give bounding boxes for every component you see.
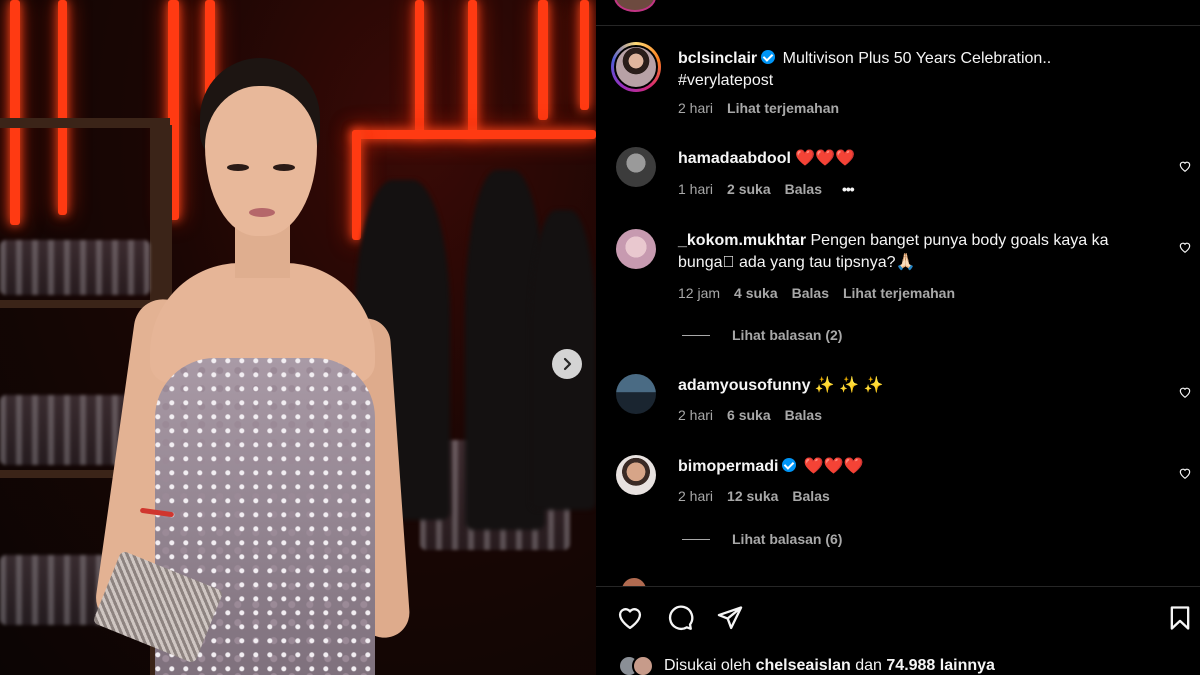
woman-figure: [92, 58, 412, 675]
likes-middle: dan: [855, 657, 882, 674]
comment: hamadaabdool ❤️❤️❤️: [678, 148, 1160, 170]
eye: [227, 164, 249, 171]
author-avatar[interactable]: [611, 42, 661, 92]
comment-text: ❤️❤️❤️: [803, 458, 864, 475]
caption-text: Multivison Plus 50 Years Celebration..: [782, 50, 1052, 67]
comment-username[interactable]: bimopermadi: [678, 458, 778, 475]
reply-button[interactable]: Balas: [785, 407, 822, 423]
comment-username[interactable]: adamyousofunny: [678, 377, 810, 394]
view-replies-button[interactable]: Lihat balasan (2): [682, 327, 842, 343]
replies-line: [682, 334, 710, 336]
comment-likes[interactable]: 12 suka: [727, 488, 778, 504]
glasses-shelf: [0, 555, 110, 625]
replies-line: [682, 538, 710, 540]
header-avatar[interactable]: [614, 0, 656, 12]
caption-meta: 2 hari Lihat terjemahan: [678, 100, 853, 116]
divider: [596, 25, 1200, 26]
comment-likes[interactable]: 6 suka: [727, 407, 771, 423]
reply-button[interactable]: Balas: [792, 285, 829, 301]
heart-icon[interactable]: [616, 604, 644, 632]
reply-button[interactable]: Balas: [792, 488, 829, 504]
heart-icon[interactable]: [1178, 159, 1192, 173]
neon-light: [468, 0, 477, 135]
divider: [596, 586, 1200, 587]
comment-username[interactable]: hamadaabdool: [678, 150, 791, 167]
neon-light: [538, 0, 548, 120]
comment-text: ❤️❤️❤️: [795, 150, 856, 167]
likes-summary: Disukai oleh chelseaislan dan 74.988 lai…: [618, 655, 995, 675]
comment-username[interactable]: _kokom.mukhtar: [678, 232, 806, 249]
caption-username[interactable]: bclsinclair: [678, 50, 757, 67]
eye: [273, 164, 295, 171]
comment: adamyousofunny ✨ ✨ ✨: [678, 375, 1160, 397]
comments-panel: bclsinclair Multivison Plus 50 Years Cel…: [596, 0, 1200, 675]
commenter-avatar[interactable]: [616, 455, 656, 495]
commenter-avatar[interactable]: [616, 147, 656, 187]
face: [205, 86, 317, 236]
commenter-avatar[interactable]: [616, 229, 656, 269]
translate-link[interactable]: Lihat terjemahan: [843, 285, 955, 301]
comment-icon[interactable]: [666, 604, 694, 632]
comment-likes[interactable]: 4 suka: [734, 285, 778, 301]
bookmark-icon[interactable]: [1166, 604, 1194, 632]
likes-count[interactable]: 74.988: [886, 657, 935, 675]
comment-text-continued: bunga🏻 ada yang tau tipsnya?🙏🏻: [678, 254, 916, 271]
comment-meta: 1 hari 2 suka Balas •••: [678, 181, 868, 197]
comment-time[interactable]: 12 jam: [678, 285, 720, 301]
heart-icon[interactable]: [1178, 466, 1192, 480]
likes-suffix[interactable]: lainnya: [940, 657, 995, 675]
commenter-avatar[interactable]: [616, 374, 656, 414]
post-time[interactable]: 2 hari: [678, 100, 713, 116]
chevron-right-icon: [563, 357, 572, 371]
send-icon[interactable]: [716, 604, 744, 632]
neon-light: [58, 0, 67, 215]
verified-badge-icon: [782, 458, 797, 472]
view-replies-label[interactable]: Lihat balasan (2): [732, 327, 842, 343]
comment-likes[interactable]: 2 suka: [727, 181, 771, 197]
view-replies-label[interactable]: Lihat balasan (6): [732, 531, 842, 547]
heart-icon[interactable]: [1178, 385, 1192, 399]
comment-meta: 12 jam 4 suka Balas Lihat terjemahan: [678, 285, 969, 301]
caption: bclsinclair Multivison Plus 50 Years Cel…: [678, 48, 1160, 92]
next-comment-avatar: [622, 578, 646, 586]
comment-time[interactable]: 2 hari: [678, 407, 713, 423]
verified-badge-icon: [761, 50, 776, 64]
comment-text: Pengen banget punya body goals kaya ka: [810, 232, 1109, 249]
reply-button[interactable]: Balas: [785, 181, 822, 197]
liker-avatars[interactable]: [618, 655, 656, 675]
comment: _kokom.mukhtar Pengen banget punya body …: [678, 230, 1160, 274]
neon-light: [580, 0, 589, 110]
more-options-icon[interactable]: •••: [842, 181, 855, 197]
likes-prefix: Disukai oleh: [664, 657, 752, 674]
caption-hashtag[interactable]: #verylatepost: [678, 70, 1160, 92]
comment-meta: 2 hari 12 suka Balas: [678, 488, 844, 504]
neon-light: [415, 0, 424, 135]
lips: [249, 208, 275, 217]
comment-time[interactable]: 1 hari: [678, 181, 713, 197]
comment-time[interactable]: 2 hari: [678, 488, 713, 504]
neon-light: [10, 0, 20, 225]
comment-text: ✨ ✨ ✨: [814, 377, 884, 394]
view-replies-button[interactable]: Lihat balasan (6): [682, 531, 842, 547]
heart-icon[interactable]: [1178, 240, 1192, 254]
next-photo-button[interactable]: [552, 349, 582, 379]
comment-meta: 2 hari 6 suka Balas: [678, 407, 836, 423]
liker-username[interactable]: chelseaislan: [756, 657, 851, 675]
post-photo: [0, 0, 596, 675]
translate-link[interactable]: Lihat terjemahan: [727, 100, 839, 116]
comment: bimopermadi ❤️❤️❤️: [678, 456, 1160, 478]
